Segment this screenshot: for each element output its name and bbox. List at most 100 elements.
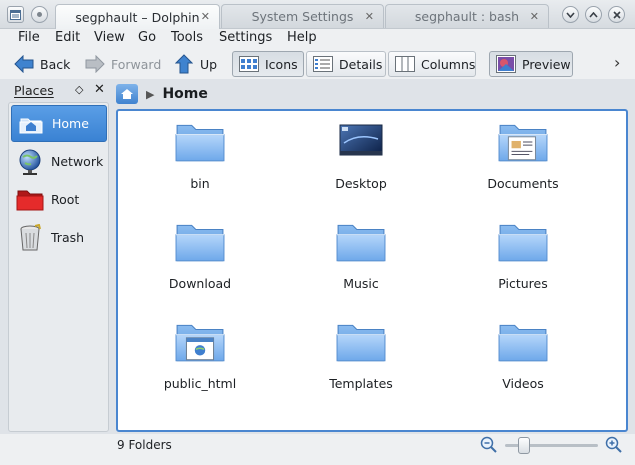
menu-file[interactable]: File [18,30,40,45]
forward-label: Forward [111,56,162,72]
preview-toggle-button[interactable]: Preview [489,51,573,77]
places-panel: Places ◇ ✕ Home Network Root Trash [8,81,109,432]
close-window-button[interactable] [608,6,625,23]
up-label: Up [200,56,218,72]
close-icon [612,10,621,19]
file-label: Documents [487,176,559,191]
file-item-download[interactable]: Download [130,215,270,295]
file-item-documents[interactable]: Documents [453,115,593,195]
file-item-videos[interactable]: Videos [453,315,593,395]
menu-help[interactable]: Help [287,30,317,45]
chevron-down-icon [566,11,575,18]
file-label: Pictures [498,276,548,291]
places-title: Places [14,83,54,98]
columns-view-icon [395,54,415,74]
tab-label: segphault – Dolphin [75,10,200,25]
home-icon [121,89,133,99]
forward-button[interactable]: Forward [79,51,167,77]
menu-edit[interactable]: Edit [55,30,80,45]
file-item-public-html[interactable]: public_html [130,315,270,395]
menu-view[interactable]: View [94,30,125,45]
menu-go[interactable]: Go [138,30,156,45]
arrow-up-icon [174,54,194,74]
location-breadcrumb: ▶ Home [116,82,628,106]
folder-icon [497,321,549,367]
float-panel-icon[interactable]: ◇ [75,83,83,96]
folder-icon [497,221,549,267]
trash-icon [16,223,44,252]
file-view[interactable]: bin Desktop Documents Download Music Pic… [116,109,628,432]
back-label: Back [40,56,71,72]
arrow-right-icon [85,54,105,74]
documents-folder-icon [497,121,549,167]
breadcrumb-current[interactable]: Home [162,86,207,102]
columns-label: Columns [421,56,476,72]
breadcrumb-home-button[interactable] [116,84,138,104]
close-tab-icon[interactable]: ✕ [365,10,374,23]
window-titlebar: segphault – Dolphin ✕ System Settings ✕ … [0,0,635,30]
minimize-button[interactable] [562,6,579,23]
back-button[interactable]: Back [8,51,76,77]
tab-bash[interactable]: segphault : bash ✕ [385,4,549,28]
keep-above-icon[interactable] [31,6,48,23]
menu-settings[interactable]: Settings [219,30,272,45]
place-label: Trash [51,230,85,245]
main-toolbar: Back Forward Up Icons Details Columns Pr… [0,49,635,79]
details-view-button[interactable]: Details [306,51,386,77]
status-bar: 9 Folders [0,434,635,465]
window-menu-icon[interactable] [7,6,24,23]
file-item-pictures[interactable]: Pictures [453,215,593,295]
breadcrumb-separator-icon[interactable]: ▶ [146,88,154,101]
icons-view-icon [239,54,259,74]
columns-view-button[interactable]: Columns [388,51,476,77]
preview-icon [496,54,516,74]
file-label: Videos [502,376,544,391]
place-home[interactable]: Home [11,105,107,142]
details-view-icon [313,54,333,74]
close-tab-icon[interactable]: ✕ [530,10,539,23]
network-globe-icon [16,148,44,176]
tab-system-settings[interactable]: System Settings ✕ [221,4,384,28]
html-folder-icon [174,321,226,367]
close-panel-icon[interactable]: ✕ [94,82,105,97]
place-trash[interactable]: Trash [11,219,107,256]
icons-view-button[interactable]: Icons [232,51,304,77]
file-label: Music [343,276,379,291]
toolbar-overflow-icon[interactable]: › [614,53,620,72]
red-folder-icon [16,186,44,214]
place-network[interactable]: Network [11,143,107,180]
file-label: Templates [329,376,393,391]
zoom-in-icon[interactable] [605,436,623,454]
file-item-bin[interactable]: bin [130,115,270,195]
folder-icon [174,121,226,167]
file-item-music[interactable]: Music [291,215,431,295]
tab-label: System Settings [251,9,354,24]
menu-tools[interactable]: Tools [171,30,203,45]
file-item-templates[interactable]: Templates [291,315,431,395]
details-label: Details [339,56,383,72]
file-label: public_html [163,376,237,391]
file-item-desktop[interactable]: Desktop [291,115,431,195]
file-label: bin [190,176,210,191]
chevron-up-icon [589,11,598,18]
maximize-button[interactable] [585,6,602,23]
up-button[interactable]: Up [168,51,223,77]
folder-icon [174,221,226,267]
place-label: Home [52,116,89,131]
preview-label: Preview [522,56,571,72]
zoom-slider-handle[interactable] [517,437,530,454]
folder-icon [335,221,387,267]
folder-icon [335,321,387,367]
tab-dolphin[interactable]: segphault – Dolphin ✕ [55,4,220,30]
desktop-folder-icon [335,121,387,167]
status-text: 9 Folders [117,438,172,452]
icons-label: Icons [265,56,298,72]
place-label: Network [51,154,104,169]
place-label: Root [51,192,80,207]
zoom-out-icon[interactable] [480,436,498,454]
places-header: Places ◇ ✕ [8,81,109,101]
place-root[interactable]: Root [11,181,107,218]
places-list: Home Network Root Trash [8,102,109,432]
close-tab-icon[interactable]: ✕ [201,10,210,23]
menu-bar: File Edit View Go Tools Settings Help [0,29,635,49]
